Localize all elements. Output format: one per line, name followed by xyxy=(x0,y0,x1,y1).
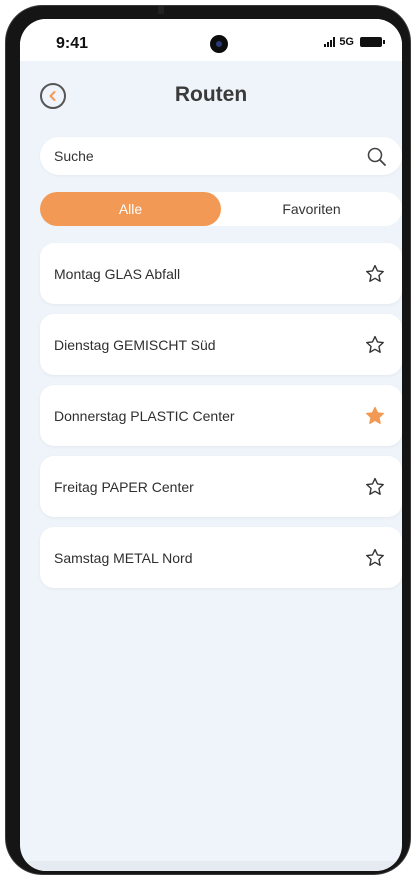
signal-icon xyxy=(324,37,336,47)
route-item[interactable]: Samstag METAL Nord xyxy=(40,527,402,588)
route-label: Freitag PAPER Center xyxy=(54,478,194,495)
star-outline-icon[interactable] xyxy=(364,476,386,498)
route-label: Donnerstag PLASTIC Center xyxy=(54,407,235,424)
tab-favoriten[interactable]: Favoriten xyxy=(221,192,402,226)
front-camera xyxy=(210,35,228,53)
search-icon[interactable] xyxy=(366,146,388,168)
network-label: 5G xyxy=(339,36,354,48)
battery-icon xyxy=(360,37,385,47)
phone-button xyxy=(158,6,164,14)
filter-segmented-control: Alle Favoriten xyxy=(40,192,402,226)
page-title: Routen xyxy=(174,83,248,106)
search-input[interactable] xyxy=(54,137,354,175)
route-label: Dienstag GEMISCHT Süd xyxy=(54,336,216,353)
star-outline-icon[interactable] xyxy=(364,334,386,356)
route-label: Montag GLAS Abfall xyxy=(54,265,181,282)
route-item[interactable]: Dienstag GEMISCHT Süd xyxy=(40,314,402,375)
star-filled-icon[interactable] xyxy=(364,405,386,427)
route-item[interactable]: Donnerstag PLASTIC Center xyxy=(40,385,402,446)
search-bar xyxy=(40,137,402,175)
status-time: 9:41 xyxy=(56,35,89,52)
header: Routen xyxy=(20,75,402,115)
route-item[interactable]: Montag GLAS Abfall xyxy=(40,243,402,304)
app-screen: 9:41 5G Routen Suche Alle Favoriten Mont… xyxy=(20,19,402,871)
tab-alle[interactable]: Alle xyxy=(40,192,221,226)
route-list: Montag GLAS Abfall Dienstag GEMISCHT Süd… xyxy=(40,243,402,598)
star-outline-icon[interactable] xyxy=(364,263,386,285)
star-outline-icon[interactable] xyxy=(364,547,386,569)
status-indicators: 5G xyxy=(324,36,385,48)
bottom-edge xyxy=(20,861,402,871)
status-bar: 9:41 5G xyxy=(20,19,402,61)
route-item[interactable]: Freitag PAPER Center xyxy=(40,456,402,517)
route-label: Samstag METAL Nord xyxy=(54,549,193,566)
phone-frame: 9:41 5G Routen Suche Alle Favoriten Mont… xyxy=(6,6,410,874)
